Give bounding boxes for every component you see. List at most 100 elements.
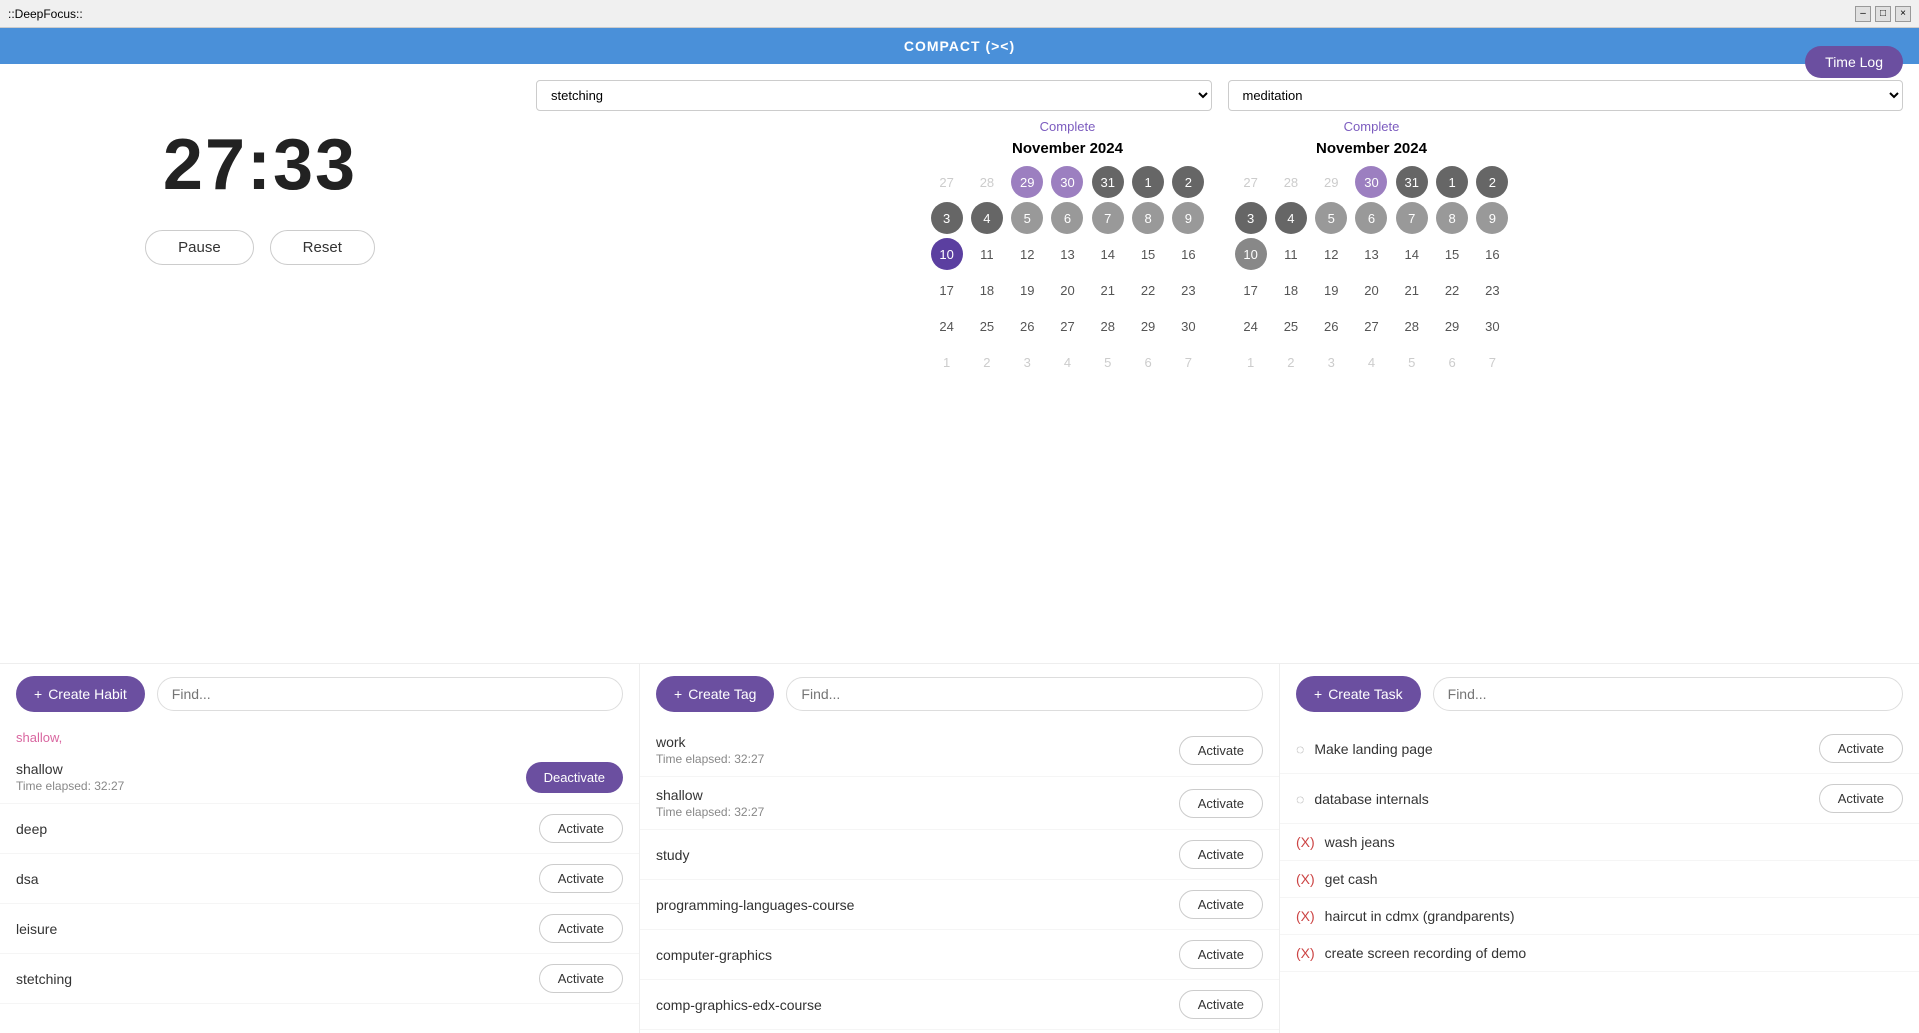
calendar-day[interactable]: 29: [1011, 166, 1043, 198]
calendar-day[interactable]: 22: [1436, 274, 1468, 306]
calendar-day[interactable]: 1: [931, 346, 963, 378]
calendar-day[interactable]: 6: [1132, 346, 1164, 378]
calendar-day[interactable]: 7: [1476, 346, 1508, 378]
calendar-day[interactable]: 27: [931, 166, 963, 198]
calendar-day[interactable]: 7: [1092, 202, 1124, 234]
create-tag-button[interactable]: + Create Tag: [656, 676, 774, 712]
calendar-day[interactable]: 21: [1092, 274, 1124, 306]
calendar-day[interactable]: 23: [1476, 274, 1508, 306]
calendar-day[interactable]: 27: [1051, 310, 1083, 342]
calendar-day[interactable]: 4: [971, 202, 1003, 234]
calendar-day[interactable]: 5: [1396, 346, 1428, 378]
activate-button[interactable]: Activate: [1179, 990, 1263, 1019]
calendar-day[interactable]: 29: [1315, 166, 1347, 198]
create-task-button[interactable]: + Create Task: [1296, 676, 1421, 712]
calendar-day[interactable]: 27: [1355, 310, 1387, 342]
calendar-day[interactable]: 29: [1436, 310, 1468, 342]
calendar-day[interactable]: 4: [1051, 346, 1083, 378]
activate-button[interactable]: Activate: [539, 864, 623, 893]
deactivate-button[interactable]: Deactivate: [526, 762, 623, 793]
calendar-day[interactable]: 16: [1172, 238, 1204, 270]
calendar-day[interactable]: 26: [1315, 310, 1347, 342]
habit-select-1[interactable]: stetching: [536, 80, 1212, 111]
calendar-day[interactable]: 28: [1275, 166, 1307, 198]
calendar-day[interactable]: 4: [1275, 202, 1307, 234]
minimize-button[interactable]: –: [1855, 6, 1871, 22]
close-button[interactable]: ×: [1895, 6, 1911, 22]
calendar-day[interactable]: 12: [1011, 238, 1043, 270]
tasks-find-input[interactable]: [1433, 677, 1903, 711]
calendar-day[interactable]: 8: [1436, 202, 1468, 234]
calendar-day[interactable]: 10: [1235, 238, 1267, 270]
calendar-day[interactable]: 14: [1396, 238, 1428, 270]
activate-button[interactable]: Activate: [1179, 840, 1263, 869]
activate-button[interactable]: Activate: [539, 814, 623, 843]
activate-button[interactable]: Activate: [1819, 734, 1903, 763]
calendar-day[interactable]: 5: [1092, 346, 1124, 378]
calendar-day[interactable]: 24: [1235, 310, 1267, 342]
calendar-day[interactable]: 15: [1436, 238, 1468, 270]
calendar-day[interactable]: 15: [1132, 238, 1164, 270]
activate-button[interactable]: Activate: [1179, 789, 1263, 818]
calendar-day[interactable]: 28: [1396, 310, 1428, 342]
calendar-day[interactable]: 3: [1011, 346, 1043, 378]
calendar-day[interactable]: 23: [1172, 274, 1204, 306]
habit-select-2[interactable]: meditation: [1228, 80, 1904, 111]
activate-button[interactable]: Activate: [539, 964, 623, 993]
calendar-day[interactable]: 30: [1051, 166, 1083, 198]
calendar-day[interactable]: 19: [1011, 274, 1043, 306]
calendar-day[interactable]: 3: [1235, 202, 1267, 234]
time-log-button[interactable]: Time Log: [1805, 46, 1903, 78]
activate-button[interactable]: Activate: [1179, 890, 1263, 919]
calendar-day[interactable]: 29: [1132, 310, 1164, 342]
calendar-day[interactable]: 1: [1132, 166, 1164, 198]
calendar-day[interactable]: 31: [1396, 166, 1428, 198]
restore-button[interactable]: □: [1875, 6, 1891, 22]
create-habit-button[interactable]: + Create Habit: [16, 676, 145, 712]
calendar-day[interactable]: 4: [1355, 346, 1387, 378]
calendar-day[interactable]: 30: [1355, 166, 1387, 198]
calendar-day[interactable]: 20: [1355, 274, 1387, 306]
calendar-day[interactable]: 13: [1355, 238, 1387, 270]
calendar-day[interactable]: 25: [1275, 310, 1307, 342]
calendar-day[interactable]: 2: [1275, 346, 1307, 378]
activate-button[interactable]: Activate: [539, 914, 623, 943]
tags-find-input[interactable]: [786, 677, 1263, 711]
calendar-day[interactable]: 30: [1172, 310, 1204, 342]
calendar-day[interactable]: 18: [1275, 274, 1307, 306]
calendar-day[interactable]: 17: [931, 274, 963, 306]
calendar-day[interactable]: 5: [1315, 202, 1347, 234]
calendar-day[interactable]: 8: [1132, 202, 1164, 234]
complete-link-1[interactable]: Complete: [928, 119, 1208, 134]
calendar-day[interactable]: 3: [931, 202, 963, 234]
calendar-day[interactable]: 11: [971, 238, 1003, 270]
calendar-day[interactable]: 16: [1476, 238, 1508, 270]
calendar-day[interactable]: 6: [1355, 202, 1387, 234]
calendar-day[interactable]: 1: [1436, 166, 1468, 198]
calendar-day[interactable]: 12: [1315, 238, 1347, 270]
pause-button[interactable]: Pause: [145, 230, 254, 265]
calendar-day[interactable]: 28: [971, 166, 1003, 198]
calendar-day[interactable]: 2: [1172, 166, 1204, 198]
calendar-day[interactable]: 20: [1051, 274, 1083, 306]
calendar-day[interactable]: 22: [1132, 274, 1164, 306]
calendar-day[interactable]: 9: [1476, 202, 1508, 234]
calendar-day[interactable]: 2: [971, 346, 1003, 378]
calendar-day[interactable]: 18: [971, 274, 1003, 306]
complete-link-2[interactable]: Complete: [1232, 119, 1512, 134]
calendar-day[interactable]: 7: [1396, 202, 1428, 234]
reset-button[interactable]: Reset: [270, 230, 375, 265]
calendar-day[interactable]: 30: [1476, 310, 1508, 342]
calendar-day[interactable]: 14: [1092, 238, 1124, 270]
calendar-day[interactable]: 10: [931, 238, 963, 270]
activate-button[interactable]: Activate: [1179, 940, 1263, 969]
calendar-day[interactable]: 13: [1051, 238, 1083, 270]
calendar-day[interactable]: 28: [1092, 310, 1124, 342]
calendar-day[interactable]: 7: [1172, 346, 1204, 378]
calendar-day[interactable]: 5: [1011, 202, 1043, 234]
calendar-day[interactable]: 31: [1092, 166, 1124, 198]
calendar-day[interactable]: 19: [1315, 274, 1347, 306]
calendar-day[interactable]: 26: [1011, 310, 1043, 342]
calendar-day[interactable]: 25: [971, 310, 1003, 342]
activate-button[interactable]: Activate: [1819, 784, 1903, 813]
